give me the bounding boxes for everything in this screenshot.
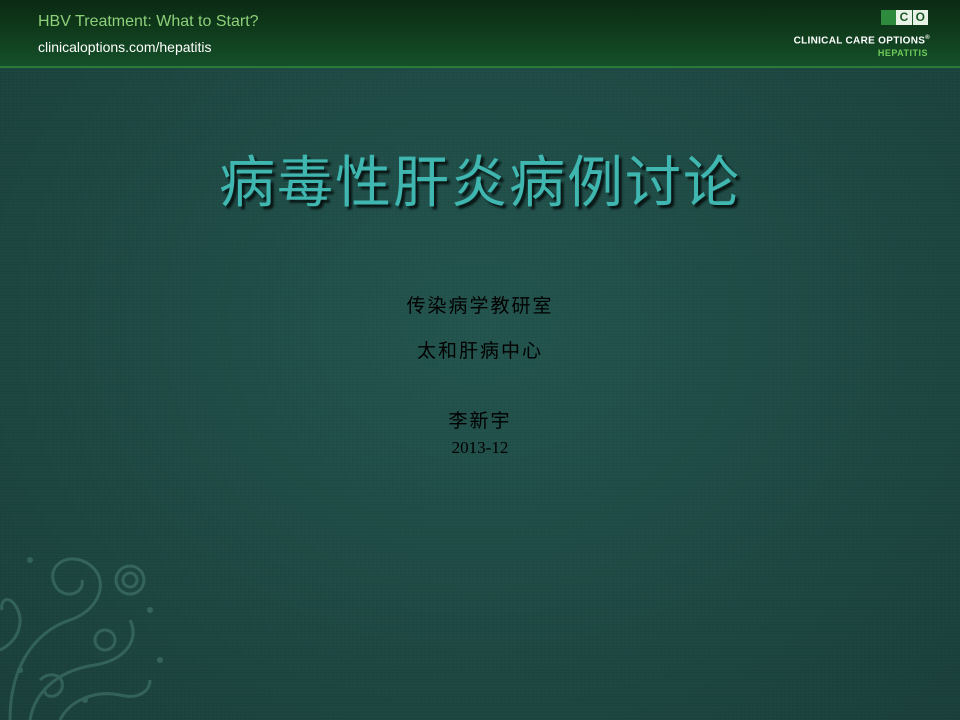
logo-letter-2: C xyxy=(896,10,912,25)
author-text: 李新宇 xyxy=(448,410,512,432)
department-text: 传染病学教研室 xyxy=(406,295,554,317)
header-url: clinicaloptions.com/hepatitis xyxy=(38,39,212,55)
slide-title: 病毒性肝炎病例讨论 xyxy=(219,151,741,216)
logo-trademark: ® xyxy=(925,35,930,41)
logo-letter-3: O xyxy=(911,10,928,25)
header-band: HBV Treatment: What to Start? clinicalop… xyxy=(0,0,960,68)
floral-ornament-icon xyxy=(0,557,163,720)
date-text: 2013-12 xyxy=(451,438,509,457)
logo-name: CLINICAL CARE OPTIONS® xyxy=(794,35,930,46)
logo-name-text: CLINICAL CARE OPTIONS xyxy=(793,35,926,47)
logo-letter-1: C xyxy=(881,10,897,25)
cco-logo-icon: C C O xyxy=(881,10,928,25)
center-text: 太和肝病中心 xyxy=(416,340,543,362)
header-title: HBV Treatment: What to Start? xyxy=(38,13,259,30)
slide: HBV Treatment: What to Start? clinicalop… xyxy=(0,0,960,720)
logo-subtitle: HEPATITIS xyxy=(877,48,928,58)
